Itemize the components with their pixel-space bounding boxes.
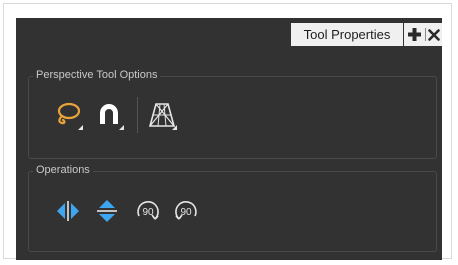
- lasso-button[interactable]: [53, 100, 83, 130]
- perspective-tool-options-title: Perspective Tool Options: [33, 68, 161, 82]
- operations-title: Operations: [33, 163, 93, 177]
- flip-vertical-button[interactable]: [92, 196, 122, 226]
- rotate-90-cw-label: 90: [142, 207, 154, 218]
- tab-actions-divider: [425, 28, 426, 41]
- rotate-90-ccw-label: 90: [180, 207, 192, 218]
- magnet-button[interactable]: [94, 100, 124, 130]
- more-options-indicator: [78, 125, 83, 130]
- perspective-grid-button[interactable]: [147, 100, 177, 130]
- plus-icon[interactable]: [407, 27, 422, 42]
- rotate-90-ccw-button[interactable]: 90: [171, 196, 201, 226]
- toolbar-separator: [137, 97, 138, 133]
- tool-properties-panel: Tool Properties Perspective Tool Options: [16, 18, 442, 260]
- rotate-90-cw-button[interactable]: 90: [133, 196, 163, 226]
- close-icon[interactable]: [428, 28, 440, 41]
- flip-horizontal-button[interactable]: [53, 196, 83, 226]
- operations-group: Operations 90 90: [28, 163, 437, 252]
- tab-actions: [404, 23, 442, 46]
- more-options-indicator: [172, 125, 177, 130]
- perspective-tool-options-group: Perspective Tool Options: [28, 68, 437, 159]
- more-options-indicator: [119, 125, 124, 130]
- tool-properties-tab[interactable]: Tool Properties: [291, 23, 403, 46]
